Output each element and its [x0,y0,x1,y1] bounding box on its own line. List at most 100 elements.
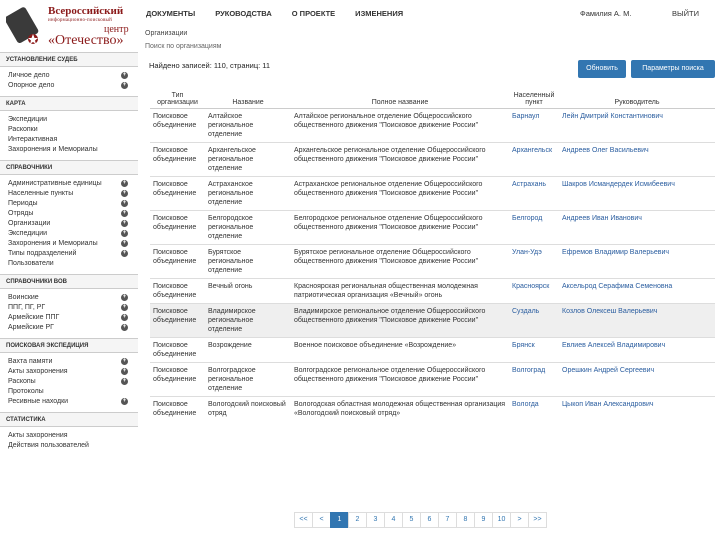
add-icon[interactable]: + [121,71,128,79]
locality-link[interactable]: Архангельск [512,147,552,154]
page-button[interactable]: 8 [456,512,475,528]
table-row[interactable]: Поисковое объединение Белгородское регион… [150,210,715,245]
sidebar-item[interactable]: Интерактивная [0,134,138,144]
sidebar-item[interactable]: ППГ, ПГ, РГ + [0,302,138,312]
page-button[interactable]: << [294,512,313,528]
sidebar-item[interactable]: Воинские + [0,292,138,302]
sidebar-item[interactable]: Экспедиции + [0,228,138,238]
sidebar-item[interactable]: Акты захоронения + [0,366,138,376]
page-button[interactable]: 6 [420,512,439,528]
page-button[interactable]: > [510,512,529,528]
add-icon[interactable]: + [121,377,128,385]
add-icon[interactable]: + [121,367,128,375]
sidebar-item[interactable]: Акты захоронения [0,430,138,440]
sidebar-item[interactable]: Периоды + [0,198,138,208]
add-icon[interactable]: + [121,313,128,321]
logo[interactable]: Всероссийский информационно-поисковый це… [4,2,136,50]
sidebar-item[interactable]: Раскопки [0,124,138,134]
sidebar-item[interactable]: Раскопы + [0,376,138,386]
add-icon[interactable]: + [121,249,128,257]
page-button[interactable]: < [312,512,331,528]
column-header[interactable]: Руководитель [559,90,715,109]
table-row[interactable]: Поисковое объединение Архангельское регио… [150,142,715,177]
sidebar-item[interactable]: Типы подразделений + [0,248,138,258]
sidebar-item[interactable]: Вахта памяти + [0,356,138,366]
add-icon[interactable]: + [121,293,128,301]
column-header[interactable]: Тип организации [150,90,205,109]
table-row[interactable]: Поисковое объединение Бурятское региональ… [150,244,715,279]
leader-link[interactable]: Цыкоп Иван Александрович [562,401,654,408]
page-button[interactable]: 9 [474,512,493,528]
page-button[interactable]: 5 [402,512,421,528]
leader-link[interactable]: Козлов Олексеш Валерьевич [562,308,657,315]
table-row[interactable]: Поисковое объединение Возрождение Военное … [150,337,715,363]
add-icon[interactable]: + [121,199,128,207]
sidebar-item[interactable]: Населенные пункты + [0,188,138,198]
sidebar-item[interactable]: Административные единицы + [0,178,138,188]
locality-link[interactable]: Барнаул [512,113,540,120]
locality-link[interactable]: Брянск [512,342,535,349]
page-button[interactable]: 10 [492,512,511,528]
page-button[interactable]: 1 [330,512,349,528]
add-icon[interactable]: + [121,209,128,217]
add-icon[interactable]: + [121,179,128,187]
add-icon[interactable]: + [121,357,128,365]
locality-link[interactable]: Красноярск [512,283,549,290]
user-name[interactable]: Фамилия А. М. [580,9,631,18]
leader-link[interactable]: Андреев Олег Васильевич [562,147,649,154]
add-icon[interactable]: + [121,397,128,405]
leader-link[interactable]: Андреев Иван Иванович [562,215,642,222]
sidebar-item[interactable]: Опорное дело + [0,80,138,90]
table-row[interactable]: Поисковое объединение Вологодский поисков… [150,396,715,421]
add-icon[interactable]: + [121,229,128,237]
column-header[interactable]: Населенный пункт [509,90,559,109]
sidebar-item[interactable]: Захоронения и Мемориалы [0,144,138,154]
column-header[interactable]: Полное название [291,90,509,109]
locality-link[interactable]: Белгород [512,215,542,222]
sidebar-item[interactable]: Отряды + [0,208,138,218]
leader-link[interactable]: Лейн Дмитрий Константинович [562,113,663,120]
add-icon[interactable]: + [121,239,128,247]
sidebar-item[interactable]: Армейские ППГ + [0,312,138,322]
sidebar-item[interactable]: Ресивные находки + [0,396,138,406]
leader-link[interactable]: Евлиев Алексей Владимирович [562,342,665,349]
locality-link[interactable]: Суздаль [512,308,539,315]
nav-about[interactable]: О ПРОЕКТЕ [292,9,335,18]
locality-link[interactable]: Астрахань [512,181,546,188]
sidebar-item[interactable]: Пользователи [0,258,138,268]
table-row[interactable]: Поисковое объединение Волгоградское регио… [150,362,715,397]
sidebar-item[interactable]: Захоронения и Мемориалы + [0,238,138,248]
sidebar-item[interactable]: Личное дело + [0,70,138,80]
add-icon[interactable]: + [121,303,128,311]
page-button[interactable]: >> [528,512,547,528]
locality-link[interactable]: Улан-Удэ [512,249,542,256]
sidebar-item[interactable]: Армейские РГ + [0,322,138,332]
column-header[interactable]: Название [205,90,291,109]
breadcrumb[interactable]: Организации [145,30,187,37]
leader-link[interactable]: Орешкин Андрей Сергеевич [562,367,654,374]
nav-changes[interactable]: ИЗМЕНЕНИЯ [355,9,403,18]
add-icon[interactable]: + [121,219,128,227]
nav-manuals[interactable]: РУКОВОДСТВА [215,9,272,18]
table-row[interactable]: Поисковое объединение Вечный огонь Красноя… [150,278,715,304]
locality-link[interactable]: Вологда [512,401,539,408]
add-icon[interactable]: + [121,189,128,197]
logout-link[interactable]: ВЫЙТИ [672,9,699,18]
leader-link[interactable]: Ефремов Владимир Валерьевич [562,249,669,256]
table-row[interactable]: Поисковое объединение Астраханское регион… [150,176,715,211]
page-button[interactable]: 2 [348,512,367,528]
add-icon[interactable]: + [121,323,128,331]
add-icon[interactable]: + [121,81,128,89]
table-row[interactable]: Поисковое объединение Владимирское регион… [150,303,715,338]
leader-link[interactable]: Аксельрод Серафима Семеновна [562,283,672,290]
sidebar-item[interactable]: Организации + [0,218,138,228]
page-button[interactable]: 4 [384,512,403,528]
nav-documents[interactable]: ДОКУМЕНТЫ [146,9,195,18]
sidebar-item[interactable]: Протоколы [0,386,138,396]
page-button[interactable]: 3 [366,512,385,528]
table-row[interactable]: Поисковое объединение Алтайское региональ… [150,108,715,143]
leader-link[interactable]: Шакров Исмандердек Исмибеевич [562,181,675,188]
search-params-button[interactable]: Параметры поиска [631,60,715,78]
refresh-button[interactable]: Обновить [578,60,626,78]
sidebar-item[interactable]: Действия пользователей [0,440,138,450]
